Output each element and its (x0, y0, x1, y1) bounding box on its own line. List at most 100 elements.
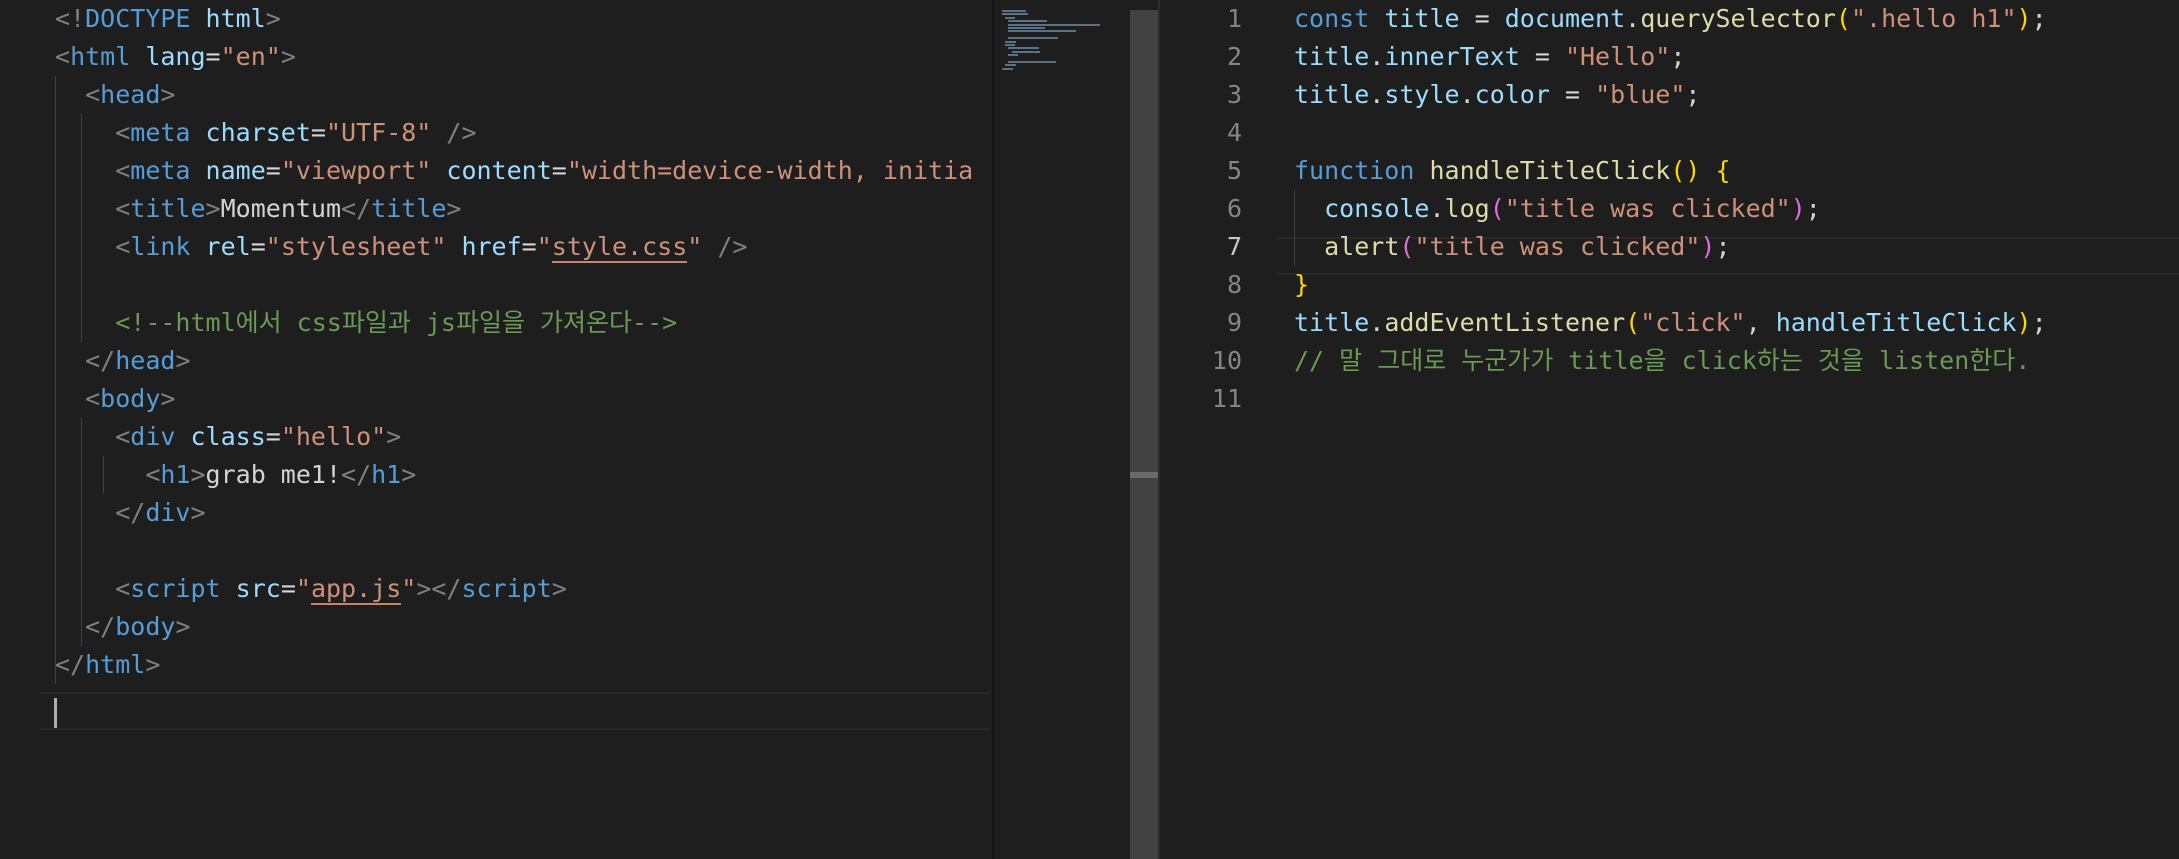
code-token: function (1294, 156, 1415, 185)
editor-window: <!DOCTYPE html> <html lang="en"> <head> <… (0, 0, 2179, 859)
code-line[interactable]: </div> (0, 494, 990, 532)
code-token: < (55, 42, 71, 71)
code-line[interactable]: <meta charset="UTF-8" /> (0, 114, 990, 152)
code-token: ; (1805, 194, 1821, 223)
code-token: ".hello h1" (1850, 4, 2017, 33)
code-line[interactable]: 8} (1160, 266, 2179, 304)
code-token: > (160, 384, 176, 413)
code-token: "blue" (1595, 80, 1686, 109)
code-line[interactable]: 11 (1160, 380, 2179, 418)
code-token: " (536, 232, 552, 261)
code-line[interactable] (0, 266, 990, 304)
code-line[interactable]: <html lang="en"> (0, 38, 990, 76)
code-token: app.js (310, 574, 402, 605)
minimap-line (1008, 37, 1058, 40)
code-token: ( (1399, 232, 1415, 261)
code-line[interactable]: <head> (0, 76, 990, 114)
code-token: > (551, 574, 567, 603)
code-token: innerText (1384, 42, 1520, 71)
code-token: addEventListener (1384, 308, 1626, 337)
code-token: = (1459, 4, 1505, 33)
code-token: ) (1790, 194, 1806, 223)
html-code-lines[interactable]: <!DOCTYPE html> <html lang="en"> <head> <… (0, 0, 990, 722)
code-token: ; (2031, 308, 2047, 337)
code-line-text: <title>Momentum</title> (55, 190, 461, 228)
code-line-text: <script src="app.js"></script> (55, 570, 567, 608)
minimap-line (1008, 54, 1018, 57)
code-token: </ (341, 194, 372, 223)
code-line[interactable]: 5 function handleTitleClick() { (1160, 152, 2179, 190)
code-line[interactable]: 4 (1160, 114, 2179, 152)
minimap-line (1008, 61, 1057, 63)
minimap-line (1005, 64, 1017, 67)
gutter-edge (0, 646, 3, 684)
code-token: html (190, 4, 266, 33)
minimap-line (1008, 27, 1046, 29)
code-line-text: <meta charset="UTF-8" /> (55, 114, 476, 152)
code-line[interactable]: <h1>grab me1!</h1> (0, 456, 990, 494)
code-token: , (1745, 308, 1776, 337)
html-editor-pane[interactable]: <!DOCTYPE html> <html lang="en"> <head> <… (0, 0, 990, 859)
code-token: < (115, 156, 131, 185)
code-line[interactable]: </html> (0, 646, 990, 684)
code-line[interactable]: 6 console.log("title was clicked"); (1160, 190, 2179, 228)
code-token: < (115, 194, 131, 223)
gutter-edge (0, 608, 3, 646)
code-line-text: const title = document.querySelector(".h… (1294, 0, 2047, 38)
code-line[interactable]: <!DOCTYPE html> (0, 0, 990, 38)
code-line[interactable]: <meta name="viewport" content="width=dev… (0, 152, 990, 190)
minimap-line (1002, 13, 1028, 16)
code-token: = (205, 42, 221, 71)
code-token: = (551, 156, 567, 185)
code-token: . (1369, 80, 1385, 109)
minimap-line (1002, 67, 1014, 70)
code-token: console (1324, 194, 1430, 223)
code-token: href (446, 232, 522, 261)
code-token: < (115, 574, 131, 603)
code-token: </ (85, 612, 116, 641)
code-line[interactable]: 10 // 말 그대로 누군가가 title을 click하는 것을 listen… (1160, 342, 2179, 380)
code-line[interactable]: 1 const title = document.querySelector(".… (1160, 0, 2179, 38)
code-token: script (130, 574, 221, 603)
js-editor-pane[interactable]: 1 const title = document.querySelector(".… (1160, 0, 2179, 859)
indent-guide (81, 532, 82, 570)
code-token: link (130, 232, 191, 261)
code-token: "title was clicked" (1414, 232, 1701, 261)
code-line[interactable]: 7 alert("title was clicked"); (1160, 228, 2179, 266)
code-line[interactable]: <script src="app.js"></script> (0, 570, 990, 608)
code-line[interactable]: 2 title.innerText = "Hello"; (1160, 38, 2179, 76)
minimap-line (1005, 16, 1015, 19)
minimap[interactable] (992, 0, 1132, 859)
code-token: // 말 그대로 누군가가 title을 click하는 것을 listen한다… (1294, 346, 2031, 375)
gutter-edge (0, 38, 3, 76)
code-line[interactable]: <title>Momentum</title> (0, 190, 990, 228)
code-line[interactable]: <!--html에서 css파일과 js파일을 가져온다--> (0, 304, 990, 342)
code-line[interactable] (0, 532, 990, 570)
scrollbar-thumb[interactable] (1130, 472, 1158, 478)
code-line[interactable]: </head> (0, 342, 990, 380)
line-number: 10 (1211, 346, 1242, 375)
code-line-text: <head> (55, 76, 175, 114)
line-number: 6 (1226, 194, 1242, 223)
vertical-scrollbar[interactable] (1130, 10, 1158, 859)
gutter-edge (0, 0, 3, 38)
code-line[interactable]: </body> (0, 608, 990, 646)
code-line[interactable]: 9 title.addEventListener("click", handleT… (1160, 304, 2179, 342)
code-line[interactable]: <link rel="stylesheet" href="style.css" … (0, 228, 990, 266)
code-token: < (115, 422, 131, 451)
gutter-edge (0, 570, 3, 608)
code-line[interactable] (0, 684, 990, 722)
code-line[interactable]: <div class="hello"> (0, 418, 990, 456)
code-line[interactable]: <body> (0, 380, 990, 418)
js-code-lines[interactable]: 1 const title = document.querySelector(".… (1160, 0, 2179, 418)
gutter-edge (0, 684, 3, 722)
line-number: 3 (1226, 80, 1242, 109)
code-line[interactable]: 3 title.style.color = "blue"; (1160, 76, 2179, 114)
